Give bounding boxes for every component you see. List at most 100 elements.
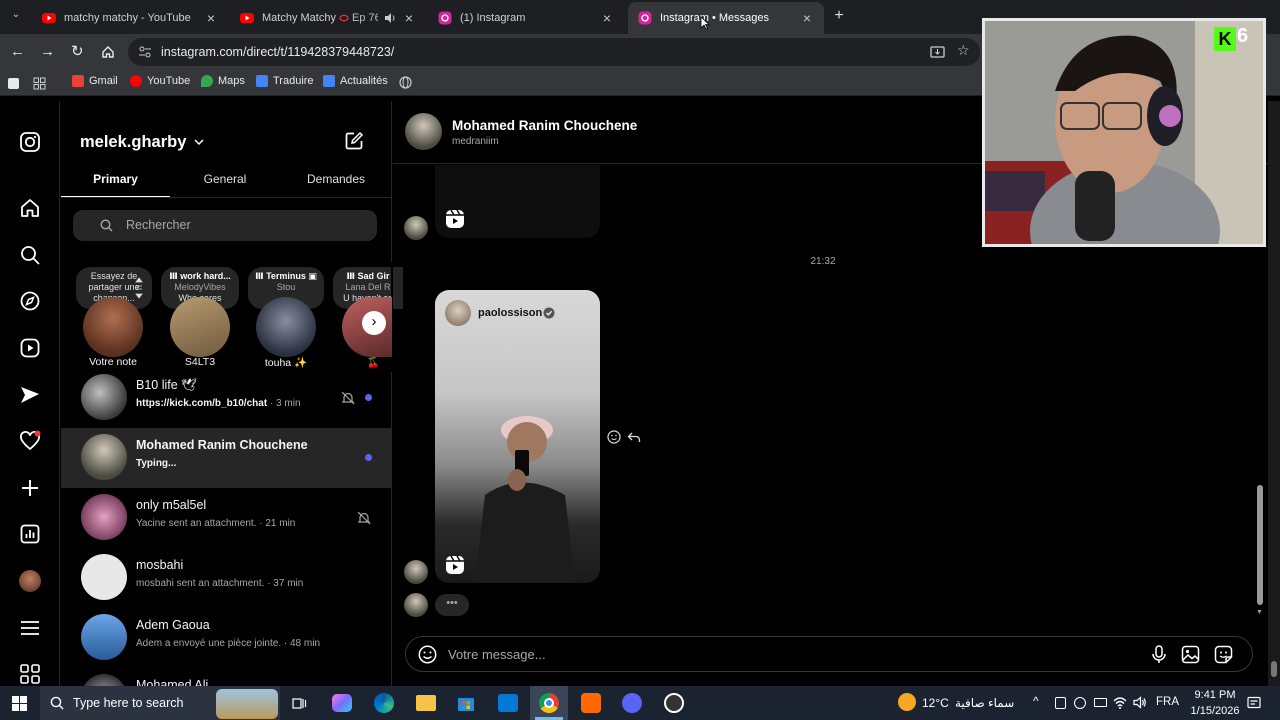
tab-primary[interactable]: Primary bbox=[61, 172, 170, 186]
app-orange-icon[interactable] bbox=[581, 693, 601, 713]
discord-icon[interactable] bbox=[622, 693, 642, 713]
tab-search-icon[interactable]: ⌄ bbox=[8, 9, 24, 25]
mail-icon[interactable] bbox=[498, 694, 518, 712]
home-icon[interactable] bbox=[101, 45, 115, 59]
note-song-title: work hard... bbox=[180, 271, 231, 281]
instagram-logo-icon[interactable] bbox=[19, 131, 41, 153]
tab-instagram[interactable]: (1) Instagram × bbox=[428, 4, 624, 32]
story-avatar[interactable] bbox=[256, 297, 316, 357]
battery-icon[interactable] bbox=[1094, 698, 1107, 707]
address-bar[interactable]: instagram.com/direct/t/119428379448723/ … bbox=[128, 38, 980, 66]
new-tab-button[interactable]: + bbox=[830, 7, 848, 25]
chevron-right-icon[interactable]: › bbox=[362, 311, 386, 335]
apps-shortcut-icon[interactable] bbox=[8, 78, 19, 89]
tab-requests[interactable]: Demandes bbox=[280, 172, 392, 186]
scrollbar-thumb[interactable] bbox=[1257, 485, 1263, 605]
contact-name[interactable]: Mohamed Ranim Chouchene bbox=[452, 118, 637, 133]
messages-icon[interactable] bbox=[19, 384, 41, 406]
close-tab-icon[interactable]: × bbox=[600, 10, 614, 26]
chat-row[interactable]: only m5al5el Yacine sent an attachment. … bbox=[61, 488, 392, 548]
location-icon[interactable] bbox=[1074, 697, 1086, 709]
chat-row-selected[interactable]: Mohamed Ranim Chouchene Typing... bbox=[61, 428, 392, 488]
home-icon[interactable] bbox=[19, 197, 41, 219]
microsoft-store-icon[interactable] bbox=[457, 694, 475, 712]
bookmark-translate[interactable]: Traduire bbox=[256, 75, 314, 87]
reels-icon[interactable] bbox=[19, 337, 41, 359]
bookmark-maps[interactable]: Maps bbox=[201, 75, 245, 87]
taskbar-search-box[interactable]: Type here to search bbox=[40, 686, 280, 720]
chat-avatar bbox=[81, 614, 127, 660]
sender-avatar bbox=[404, 593, 428, 617]
reply-icon[interactable] bbox=[627, 430, 641, 444]
close-tab-icon[interactable]: × bbox=[800, 10, 814, 26]
bookmark-gmail[interactable]: Gmail bbox=[72, 75, 118, 87]
bookmark-star-icon[interactable]: ☆ bbox=[957, 42, 970, 59]
tray-chevron-up-icon[interactable]: ^ bbox=[1033, 694, 1039, 708]
tab-general[interactable]: General bbox=[170, 172, 280, 186]
search-icon bbox=[100, 219, 113, 232]
back-icon[interactable]: ← bbox=[10, 43, 25, 60]
notifications-heart-icon[interactable] bbox=[19, 430, 41, 452]
forward-icon[interactable]: → bbox=[40, 43, 55, 60]
image-upload-icon[interactable] bbox=[1181, 645, 1200, 664]
search-icon[interactable] bbox=[19, 244, 41, 266]
task-view-icon[interactable] bbox=[292, 696, 307, 711]
tab-youtube-matchy[interactable]: matchy matchy - YouTube × bbox=[32, 4, 228, 32]
meet-now-icon[interactable] bbox=[1055, 697, 1066, 709]
reel-message[interactable]: paolossison bbox=[435, 290, 600, 583]
close-tab-icon[interactable]: × bbox=[402, 10, 416, 26]
story-name: S4LT3 bbox=[184, 356, 216, 368]
site-settings-icon[interactable] bbox=[138, 45, 152, 59]
account-username[interactable]: melek.gharby bbox=[80, 133, 186, 152]
reels-icon bbox=[446, 209, 464, 228]
create-icon[interactable] bbox=[19, 477, 41, 499]
copilot-icon[interactable] bbox=[332, 694, 352, 712]
chat-row[interactable]: Adem Gaoua Adem a envoyé une pièce joint… bbox=[61, 608, 392, 668]
chat-row[interactable]: B10 life 🕊 https://kick.com/b_b10/chat ·… bbox=[61, 368, 392, 428]
react-emoji-icon[interactable] bbox=[607, 430, 621, 444]
story-avatar-own[interactable] bbox=[83, 297, 143, 357]
message-composer[interactable]: Votre message... bbox=[405, 636, 1253, 672]
emoji-icon[interactable] bbox=[418, 645, 437, 664]
menu-icon[interactable] bbox=[19, 617, 41, 639]
speaker-icon[interactable] bbox=[384, 12, 396, 24]
bookmark-news[interactable]: Actualités bbox=[323, 75, 388, 87]
taskbar-chrome-active[interactable] bbox=[530, 686, 568, 720]
tab-youtube-episode[interactable]: Matchy Matchy Ep 76: N × bbox=[230, 4, 426, 32]
bookmark-youtube[interactable]: YouTube bbox=[130, 75, 190, 87]
chat-row[interactable]: mosbahi mosbahi sent an attachment. · 37… bbox=[61, 548, 392, 608]
microphone-icon[interactable] bbox=[1150, 645, 1168, 664]
grid-icon[interactable] bbox=[33, 77, 46, 90]
story-avatar[interactable] bbox=[170, 297, 230, 357]
close-tab-icon[interactable]: × bbox=[204, 10, 218, 26]
keyboard-language[interactable]: FRA bbox=[1156, 696, 1179, 708]
more-apps-icon[interactable] bbox=[19, 663, 41, 685]
search-input[interactable]: Rechercher bbox=[73, 210, 377, 241]
compose-icon[interactable] bbox=[344, 131, 364, 151]
wifi-icon[interactable] bbox=[1113, 696, 1127, 709]
explore-icon[interactable] bbox=[19, 290, 41, 312]
contact-avatar[interactable] bbox=[405, 113, 442, 150]
page-scrollbar[interactable] bbox=[1268, 101, 1280, 686]
sort-icon bbox=[135, 277, 143, 299]
chat-row[interactable]: Mohamed Ali ... bbox=[61, 668, 392, 686]
reload-icon[interactable]: ↻ bbox=[71, 42, 84, 60]
edge-icon[interactable] bbox=[374, 693, 394, 713]
windows-start-icon[interactable] bbox=[12, 696, 27, 711]
sticker-icon[interactable] bbox=[1214, 645, 1233, 664]
chevron-down-icon[interactable] bbox=[194, 138, 204, 146]
notifications-icon[interactable] bbox=[1247, 696, 1261, 710]
clock-time[interactable]: 9:41 PM bbox=[1190, 689, 1240, 701]
volume-icon[interactable] bbox=[1133, 696, 1147, 709]
globe-icon[interactable] bbox=[399, 76, 412, 89]
instagram-icon bbox=[438, 11, 452, 25]
sender-avatar bbox=[404, 560, 428, 584]
dashboard-icon[interactable] bbox=[19, 523, 41, 545]
reel-message-previous[interactable] bbox=[435, 165, 600, 238]
profile-avatar[interactable] bbox=[19, 570, 41, 592]
file-explorer-icon[interactable] bbox=[416, 695, 436, 711]
install-app-icon[interactable] bbox=[930, 45, 945, 59]
clock-date[interactable]: 1/15/2026 bbox=[1184, 705, 1246, 717]
obs-icon[interactable] bbox=[664, 693, 684, 713]
tab-instagram-messages[interactable]: Instagram • Messages × bbox=[628, 2, 824, 34]
